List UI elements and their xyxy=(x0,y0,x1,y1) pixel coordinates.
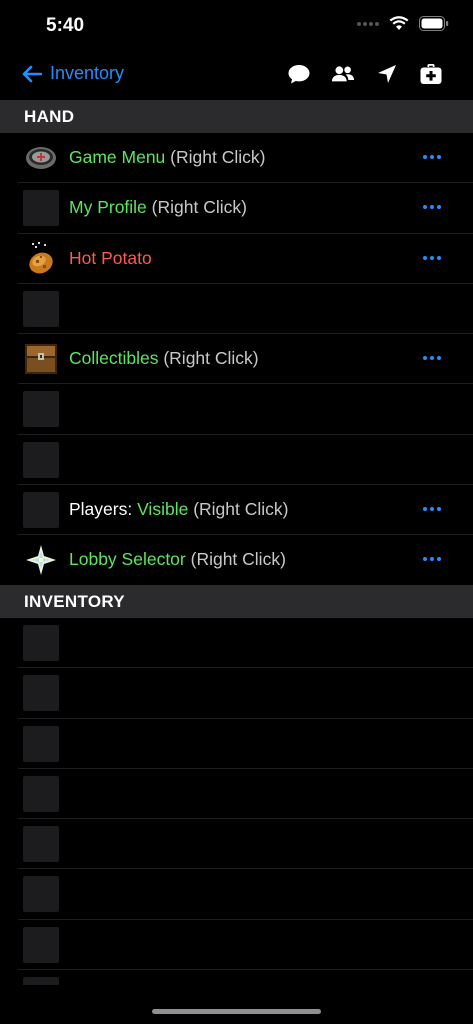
hand-slot-row[interactable] xyxy=(18,384,473,435)
item-label-part: (Right Click) xyxy=(188,499,289,520)
status-time: 5:40 xyxy=(46,15,85,36)
hand-slot-row[interactable]: My Profile (Right Click) xyxy=(18,183,473,234)
item-label-part: Players: xyxy=(69,499,138,520)
item-label-part: (Right Click) xyxy=(146,197,247,218)
empty-slot-icon xyxy=(23,391,59,428)
hot-potato-icon xyxy=(23,241,59,277)
inventory-slot-row[interactable] xyxy=(18,869,473,920)
empty-slot-icon xyxy=(23,876,59,913)
chest-icon xyxy=(23,341,59,377)
nav-bar: Inventory xyxy=(0,52,473,100)
wifi-icon xyxy=(389,16,409,30)
section-title-inventory: INVENTORY xyxy=(24,592,125,611)
empty-slot-icon xyxy=(23,725,59,762)
more-options-icon[interactable] xyxy=(423,356,441,361)
empty-slot-icon xyxy=(23,190,59,227)
empty-slot-icon xyxy=(23,926,59,963)
hand-slot-row[interactable]: Game Menu (Right Click) xyxy=(18,133,473,184)
empty-slot-icon xyxy=(23,775,59,812)
signal-icon xyxy=(357,21,379,26)
more-options-icon[interactable] xyxy=(423,507,441,512)
item-label: Game Menu (Right Click) xyxy=(69,147,265,168)
more-options-icon[interactable] xyxy=(423,205,441,210)
inventory-slot-row[interactable] xyxy=(18,719,473,769)
location-arrow-icon[interactable] xyxy=(375,62,399,86)
item-label: Players: Visible (Right Click) xyxy=(69,499,288,520)
hand-slot-row[interactable]: Collectibles (Right Click) xyxy=(18,334,473,385)
section-header-inventory: INVENTORY xyxy=(0,585,473,618)
item-label: Hot Potato xyxy=(69,248,152,269)
medkit-icon[interactable] xyxy=(419,62,443,86)
friends-icon[interactable] xyxy=(331,62,355,86)
item-label-part: Visible xyxy=(137,499,189,520)
inventory-slot-row[interactable] xyxy=(18,618,473,669)
inventory-slot-row[interactable] xyxy=(18,970,473,985)
hand-slot-row[interactable] xyxy=(18,435,473,486)
item-label-part: My Profile xyxy=(69,197,147,218)
inventory-list xyxy=(0,618,473,985)
home-indicator[interactable] xyxy=(152,1009,321,1014)
empty-slot-icon xyxy=(23,826,59,863)
back-arrow-icon xyxy=(22,65,42,82)
item-label: My Profile (Right Click) xyxy=(69,197,247,218)
hand-slot-row[interactable]: Players: Visible (Right Click) xyxy=(18,485,473,536)
battery-icon xyxy=(419,16,449,31)
more-options-icon[interactable] xyxy=(423,557,441,562)
inventory-slot-row[interactable] xyxy=(18,668,473,719)
empty-slot-icon xyxy=(23,492,59,529)
item-label-part: Hot Potato xyxy=(69,247,152,268)
inventory-slot-row[interactable] xyxy=(18,819,473,870)
status-icons xyxy=(357,16,449,31)
empty-slot-icon xyxy=(23,441,59,478)
hand-slot-row[interactable] xyxy=(18,284,473,335)
empty-slot-icon xyxy=(23,977,59,985)
more-options-icon[interactable] xyxy=(423,255,441,260)
item-label-part: Game Menu xyxy=(69,147,166,167)
item-label-part: (Right Click) xyxy=(158,348,259,369)
nether-star-icon xyxy=(23,542,59,578)
chat-icon[interactable] xyxy=(287,62,311,86)
status-bar: 5:40 xyxy=(0,0,473,52)
hand-list: Game Menu (Right Click) My Profile (Right… xyxy=(0,133,473,586)
nav-actions xyxy=(287,62,443,86)
back-button[interactable]: Inventory xyxy=(22,63,124,84)
item-label-part: (Right Click) xyxy=(165,147,266,167)
back-label: Inventory xyxy=(50,63,125,83)
empty-slot-icon xyxy=(23,290,59,327)
hand-slot-row[interactable]: Hot Potato xyxy=(18,234,473,284)
hand-slot-row[interactable]: Lobby Selector (Right Click) xyxy=(18,535,473,586)
item-label-part: Collectibles xyxy=(69,348,159,369)
section-header-hand: HAND xyxy=(0,100,473,133)
empty-slot-icon xyxy=(23,625,59,661)
inventory-slot-row[interactable] xyxy=(18,769,473,820)
item-label: Lobby Selector (Right Click) xyxy=(69,549,286,570)
section-title-hand: HAND xyxy=(24,107,75,126)
empty-slot-icon xyxy=(23,675,59,712)
item-label: Collectibles (Right Click) xyxy=(69,348,259,369)
game-menu-icon xyxy=(23,140,59,176)
inventory-slot-row[interactable] xyxy=(18,920,473,971)
item-label-part: (Right Click) xyxy=(185,549,286,570)
more-options-icon[interactable] xyxy=(423,155,441,159)
item-label-part: Lobby Selector xyxy=(69,549,186,570)
